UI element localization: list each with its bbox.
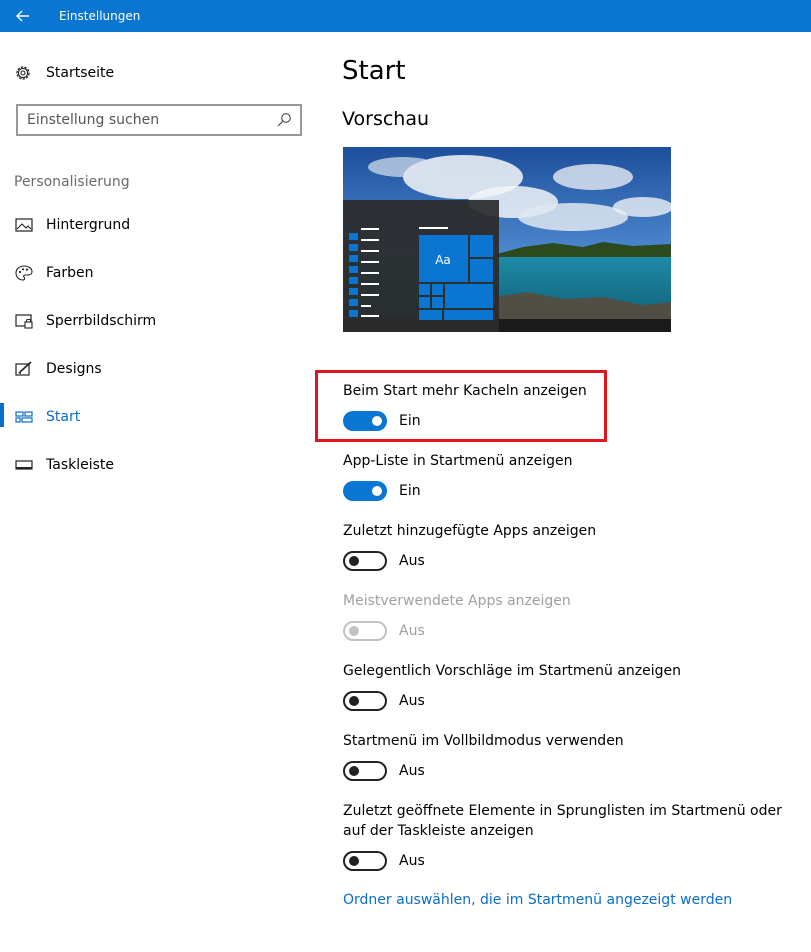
setting-label-app-list: App-Liste in Startmenü anzeigen [343, 453, 573, 469]
start-preview-image: Aa [343, 147, 671, 332]
toggle-knob [349, 556, 359, 566]
back-button[interactable] [0, 0, 46, 32]
sidebar-item-label: Start [46, 409, 81, 425]
home-label: Startseite [46, 65, 115, 81]
toggle-recently-added[interactable] [343, 551, 387, 571]
picture-icon [15, 218, 33, 232]
toggle-state-fullscreen: Aus [399, 763, 425, 779]
sidebar-item-label: Taskleiste [46, 457, 115, 473]
toggle-knob [349, 626, 359, 636]
sidebar-item-farben[interactable]: Farben [0, 255, 320, 291]
paint-brush-icon [15, 361, 32, 376]
lock-screen-icon [15, 314, 33, 329]
sidebar-item-label: Farben [46, 265, 94, 281]
search-input[interactable] [18, 106, 268, 134]
toggle-knob [349, 856, 359, 866]
section-label-personalisierung: Personalisierung [14, 174, 130, 190]
search-icon[interactable] [276, 112, 292, 128]
toggle-knob [372, 416, 382, 426]
toggle-knob [349, 766, 359, 776]
setting-label-more-tiles: Beim Start mehr Kacheln anzeigen [343, 383, 587, 399]
setting-label-most-used: Meistverwendete Apps anzeigen [343, 593, 571, 609]
sidebar-item-sperrbildschirm[interactable]: Sperrbildschirm [0, 303, 320, 339]
toggle-app-list[interactable] [343, 481, 387, 501]
toggle-knob [349, 696, 359, 706]
toggle-more-tiles[interactable] [343, 411, 387, 431]
toggle-jump-lists[interactable] [343, 851, 387, 871]
sidebar-item-label: Designs [46, 361, 102, 377]
setting-label-recently-added: Zuletzt hinzugefügte Apps anzeigen [343, 523, 597, 539]
sidebar-item-designs[interactable]: Designs [0, 351, 320, 387]
toggle-state-jump-lists: Aus [399, 853, 425, 869]
active-indicator [0, 403, 4, 427]
setting-label-jump-lists: Zuletzt geöffnete Elemente in Sprunglist… [343, 803, 782, 839]
toggle-suggestions[interactable] [343, 691, 387, 711]
toggle-fullscreen[interactable] [343, 761, 387, 781]
preview-tile-label: Aa [435, 253, 451, 267]
window-title: Einstellungen [59, 9, 141, 23]
toggle-knob [372, 486, 382, 496]
sidebar-item-taskleiste[interactable]: Taskleiste [0, 447, 320, 483]
palette-icon [15, 265, 33, 281]
preview-heading: Vorschau [342, 108, 430, 130]
back-arrow-icon [16, 10, 29, 22]
sidebar-item-label: Sperrbildschirm [46, 313, 157, 329]
toggle-state-most-used: Aus [399, 623, 425, 639]
setting-label-suggestions: Gelegentlich Vorschläge im Startmenü anz… [343, 663, 682, 679]
sidebar-item-hintergrund[interactable]: Hintergrund [0, 207, 320, 243]
search-box[interactable] [16, 104, 302, 136]
title-bar: Einstellungen [0, 0, 811, 32]
taskbar-icon [15, 460, 33, 470]
toggle-most-used [343, 621, 387, 641]
start-tiles-icon [15, 411, 33, 423]
choose-folders-link[interactable]: Ordner auswählen, die im Startmenü angez… [343, 890, 732, 910]
gear-icon [16, 66, 30, 80]
sidebar-item-label: Hintergrund [46, 217, 131, 233]
toggle-state-more-tiles: Ein [399, 413, 421, 429]
sidebar-item-start[interactable]: Start [0, 399, 320, 435]
toggle-state-app-list: Ein [399, 483, 421, 499]
toggle-state-recently-added: Aus [399, 553, 425, 569]
setting-label-fullscreen: Startmenü im Vollbildmodus verwenden [343, 733, 624, 749]
toggle-state-suggestions: Aus [399, 693, 425, 709]
home-nav-item[interactable]: Startseite [14, 60, 114, 86]
page-title: Start [342, 56, 406, 86]
